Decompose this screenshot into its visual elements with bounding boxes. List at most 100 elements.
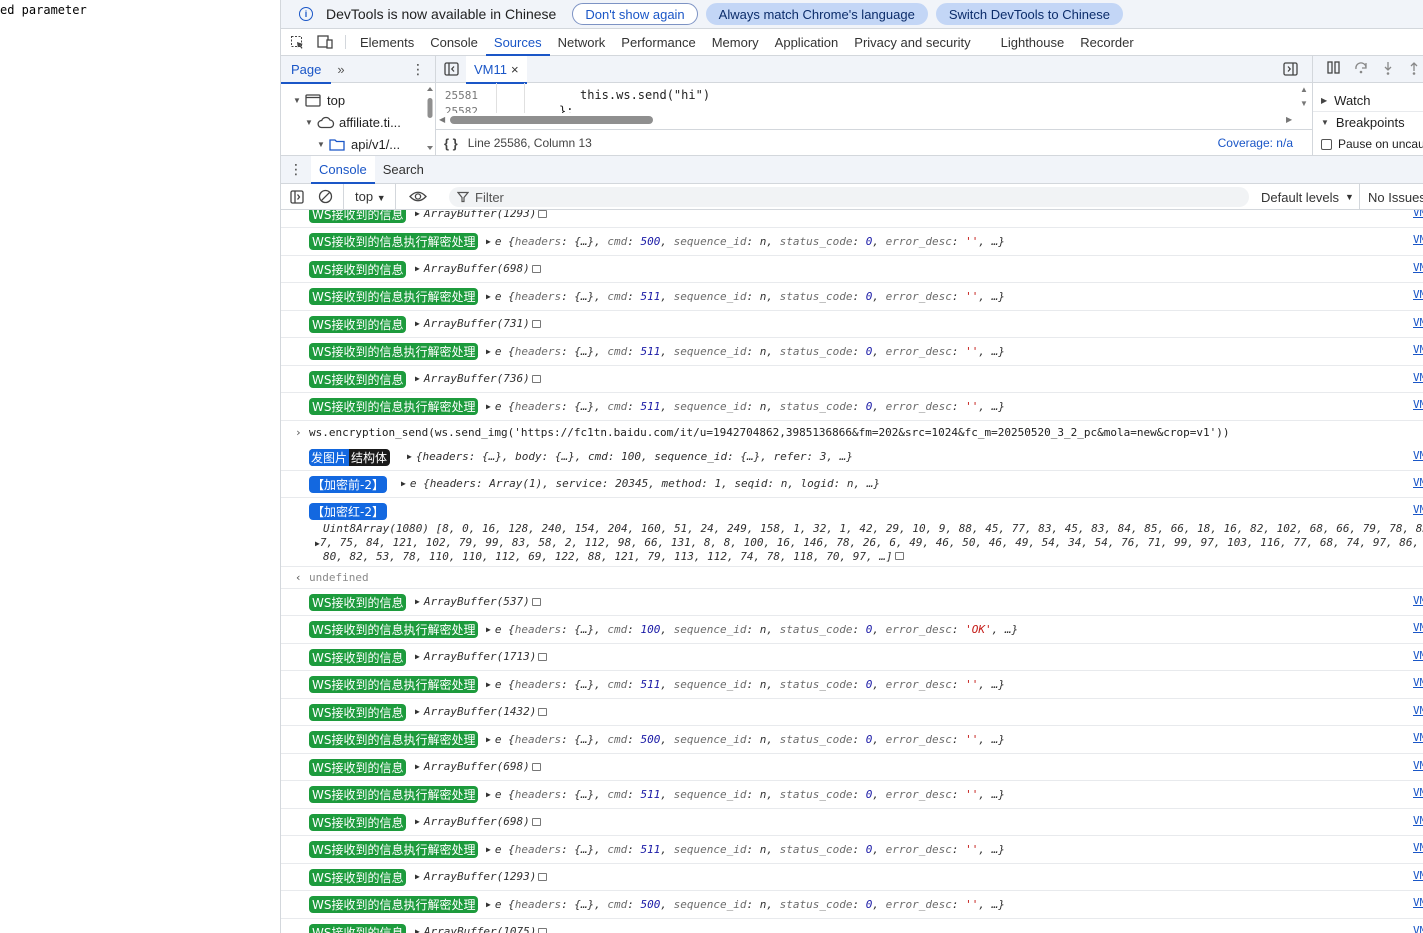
more-tabs-icon[interactable]: » [337,62,344,77]
source-link[interactable]: VM11 [1413,676,1423,689]
expand-triangle-icon[interactable]: ▼ [315,140,327,149]
source-link[interactable]: VM11 [1413,261,1423,274]
tab-memory[interactable]: Memory [704,29,767,55]
close-tab-icon[interactable]: × [511,62,519,77]
arraybuffer-object[interactable]: ▶ ArrayBuffer(1293) [415,210,548,220]
arraybuffer-object[interactable]: ▶ ArrayBuffer(731) [415,317,541,330]
tab-vm11[interactable]: VM11 × [466,56,527,84]
arraybuffer-object[interactable]: ▶ ArrayBuffer(698) [415,760,541,773]
step-over-icon[interactable] [1354,61,1368,77]
tree-item[interactable]: ▼ top [281,89,435,111]
decoded-object[interactable]: ▶ e {headers: {…}, cmd: 500, sequence_id:… [486,898,1005,911]
arraybuffer-object[interactable]: ▶ ArrayBuffer(537) [415,595,541,608]
memory-inspector-icon[interactable] [531,264,541,273]
inspect-element-icon[interactable] [283,29,311,55]
scroll-down-icon[interactable]: ▼ [1300,99,1308,108]
source-link[interactable]: VM11 [1413,759,1423,772]
source-link[interactable]: VM11 [1413,594,1423,607]
source-link[interactable]: VM11 [1413,343,1423,356]
memory-inspector-icon[interactable] [538,872,548,881]
tab-elements[interactable]: Elements [352,29,422,55]
tab-console[interactable]: Console [422,29,486,55]
decoded-object[interactable]: ▶ e {headers: {…}, cmd: 500, sequence_id:… [486,235,1005,248]
source-link[interactable]: VM11 [1413,316,1423,329]
memory-inspector-icon[interactable] [531,762,541,771]
dont-show-again-button[interactable]: Don't show again [572,3,698,25]
switch-to-chinese-button[interactable]: Switch DevTools to Chinese [935,3,1123,25]
source-link[interactable]: VM11 [1413,841,1423,854]
context-selector[interactable]: top ▼ [355,189,386,204]
tab-sources[interactable]: Sources [485,29,550,56]
navigator-scrollbar[interactable] [426,86,434,154]
code-editor[interactable]: 25581 this.ws.send("hi") 25582 }; ◀ ▶ ▲ … [436,83,1312,128]
console-sidebar-icon[interactable] [290,190,304,207]
tab-recorder[interactable]: Recorder [1072,29,1141,55]
toggle-debugger-icon[interactable] [1283,62,1298,79]
decoded-object[interactable]: ▶ e {headers: {…}, cmd: 500, sequence_id:… [486,733,1005,746]
console-command[interactable]: ws.encryption_send(ws.send_img('https://… [309,426,1230,439]
source-link[interactable]: VM11 [1413,371,1423,384]
step-into-icon[interactable] [1382,61,1394,78]
pause-on-uncaught-checkbox[interactable]: Pause on uncaught exceptions [1313,133,1423,155]
arraybuffer-object[interactable]: ▶ ArrayBuffer(736) [415,372,541,385]
memory-inspector-icon[interactable] [538,707,548,716]
decoded-object[interactable]: ▶ e {headers: {…}, cmd: 100, sequence_id:… [486,623,1018,636]
tab-lighthouse[interactable]: Lighthouse [993,29,1073,55]
arraybuffer-object[interactable]: ▶ ArrayBuffer(1432) [415,705,548,718]
horizontal-scrollbar-thumb[interactable] [450,116,653,124]
arraybuffer-object[interactable]: ▶ ArrayBuffer(1075) [415,925,548,933]
source-link[interactable]: VM11 [1413,869,1423,882]
device-toolbar-icon[interactable] [311,29,339,55]
uint8array-expand[interactable]: ▶7, 75, 84, 121, 102, 79, 99, 83, 58, 2,… [315,536,1419,549]
memory-inspector-icon[interactable] [531,597,541,606]
source-link[interactable]: VM11 [1413,288,1423,301]
source-link[interactable]: VM11 [1413,786,1423,799]
scroll-right-icon[interactable]: ▶ [1286,115,1292,124]
source-link[interactable]: VM11 [1413,476,1423,489]
memory-inspector-icon[interactable] [894,552,904,560]
coverage-link[interactable]: Coverage: n/a [1218,136,1293,150]
memory-inspector-icon[interactable] [531,319,541,328]
expand-triangle-icon[interactable]: ▼ [303,118,315,127]
drawer-menu-icon[interactable]: ⋮ [281,156,311,183]
memory-inspector-icon[interactable] [538,210,548,218]
arraybuffer-object[interactable]: ▶ ArrayBuffer(1713) [415,650,548,663]
tab-page[interactable]: Page [281,56,332,84]
source-link[interactable]: VM11 [1413,398,1423,411]
source-link[interactable]: VM11 [1413,621,1423,634]
source-link[interactable]: VM11 [1413,503,1423,516]
decoded-object[interactable]: ▶ e {headers: {…}, cmd: 511, sequence_id:… [486,678,1005,691]
step-out-icon[interactable] [1408,61,1420,78]
toggle-navigator-icon[interactable] [444,62,459,79]
source-link[interactable]: VM11 [1413,814,1423,827]
watch-section[interactable]: ▶ Watch [1313,89,1423,111]
source-link[interactable]: VM11 [1413,924,1423,933]
pre-encrypt-object[interactable]: ▶ e {headers: Array(1), service: 20345, m… [401,477,880,490]
tab-console[interactable]: Console [311,156,375,184]
memory-inspector-icon[interactable] [538,927,548,933]
expand-triangle-icon[interactable]: ▼ [291,96,303,105]
console-filter-input[interactable]: Filter [449,187,1249,207]
live-expression-eye-icon[interactable] [409,190,427,206]
memory-inspector-icon[interactable] [531,374,541,383]
source-link[interactable]: VM11 [1413,449,1423,462]
decoded-object[interactable]: ▶ e {headers: {…}, cmd: 511, sequence_id:… [486,400,1005,413]
tab-performance[interactable]: Performance [613,29,703,55]
clear-console-icon[interactable] [318,189,333,207]
log-levels-dropdown[interactable]: Default levels ▼ [1261,184,1354,210]
tab-privacy-and-security[interactable]: Privacy and security [846,29,978,55]
source-link[interactable]: VM11 [1413,731,1423,744]
navigator-menu-icon[interactable]: ⋮ [411,61,425,78]
memory-inspector-icon[interactable] [531,817,541,826]
tab-application[interactable]: Application [767,29,847,55]
source-link[interactable]: VM11 [1413,649,1423,662]
breakpoints-section[interactable]: ▼ Breakpoints [1313,111,1423,133]
arraybuffer-object[interactable]: ▶ ArrayBuffer(698) [415,815,541,828]
message-struct-object[interactable]: ▶ {headers: {…}, body: {…}, cmd: 100, seq… [407,450,853,463]
source-link[interactable]: VM11 [1413,704,1423,717]
scroll-left-icon[interactable]: ◀ [439,115,445,124]
issues-counter[interactable]: No Issues [1359,184,1423,210]
pause-icon[interactable] [1327,61,1340,77]
scroll-up-icon[interactable]: ▲ [1300,85,1308,94]
source-link[interactable]: VM11 [1413,233,1423,246]
